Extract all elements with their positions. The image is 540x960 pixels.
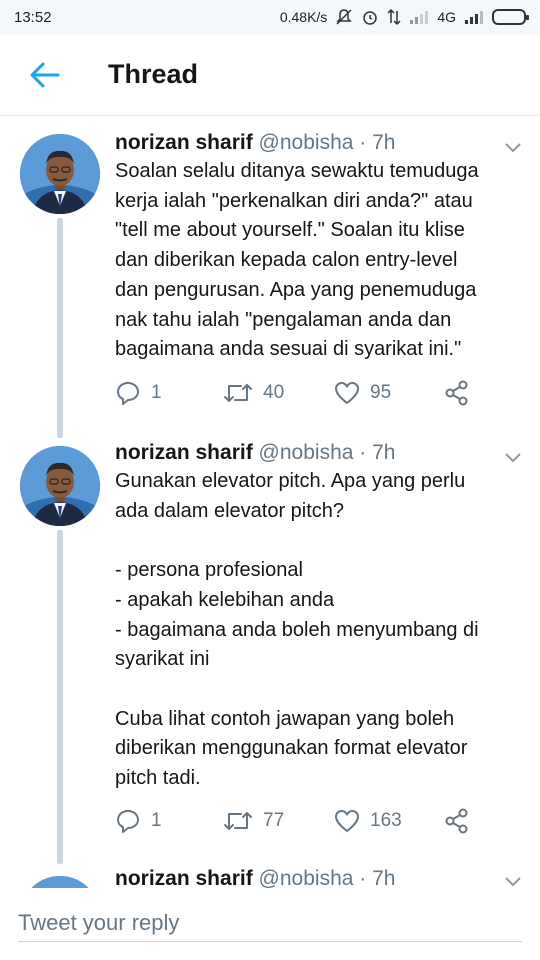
reply-button[interactable]: 1 <box>115 806 162 836</box>
heart-icon <box>335 810 359 832</box>
thread-line <box>57 218 63 438</box>
tweet-header: norizan sharif @nobisha · 7h <box>115 130 395 156</box>
tweet-text-line: diberikan menggunakan format elevator <box>115 737 468 760</box>
tweet-text: Gunakan elevator pitch. Apa yang perlu a… <box>115 467 525 794</box>
like-button[interactable]: 163 <box>334 806 402 836</box>
tweet[interactable]: norizan sharif @nobisha · 7h <box>0 864 540 888</box>
avatar[interactable] <box>20 876 100 888</box>
arrow-left-icon <box>30 62 60 87</box>
retweet-count: 77 <box>263 810 285 831</box>
tweet-text-line: Gunakan elevator pitch. Apa yang perlu <box>115 470 466 492</box>
tweet-actions: 1 77 163 <box>115 806 475 836</box>
thread-line <box>57 530 63 864</box>
profile-photo-icon <box>20 134 100 214</box>
author-name[interactable]: norizan sharif <box>115 867 253 888</box>
author-handle[interactable]: @nobisha <box>259 131 354 154</box>
chevron-down-icon[interactable] <box>504 872 522 888</box>
tweet-text-line: Cuba lihat contoh jawapan yang boleh <box>115 707 455 730</box>
status-indicators: 0.48K/s 4G <box>279 8 529 26</box>
retweet-button[interactable]: 77 <box>223 806 284 836</box>
tweet-text-line: pitch tadi. <box>115 767 201 789</box>
reply-button[interactable]: 1 <box>115 378 162 408</box>
like-count: 163 <box>370 810 402 831</box>
tweet-text-line: - bagaimana anda boleh menyumbang di <box>115 618 479 641</box>
tweet-text-line: nak tahu ialah "pengalaman anda dan <box>115 308 452 331</box>
author-name[interactable]: norizan sharif <box>115 131 253 154</box>
tweet[interactable]: norizan sharif @nobisha · 7h Gunakan ele… <box>0 428 540 864</box>
battery-icon <box>492 9 529 25</box>
share-icon <box>445 380 468 406</box>
speech-bubble-icon <box>117 382 139 405</box>
share-icon <box>445 808 468 834</box>
separator: · <box>359 131 367 154</box>
reply-bar <box>0 888 540 960</box>
app-header: Thread <box>0 34 540 116</box>
tweet-text: Soalan selalu ditanya sewaktu temuduga k… <box>115 157 525 365</box>
tweet-text-line: ada dalam elevator pitch? <box>115 499 345 522</box>
heart-icon <box>335 382 359 404</box>
reply-input[interactable] <box>18 904 522 942</box>
tweet-text-line: bagaimana anda sesuai di syarikat ini." <box>115 338 462 361</box>
status-bar: 13:52 0.48K/s 4G <box>0 0 540 34</box>
tweet-time: 7h <box>372 131 396 154</box>
profile-photo-icon <box>20 446 100 526</box>
alarm-icon <box>363 11 378 25</box>
chevron-down-icon[interactable] <box>504 448 522 466</box>
tweet-header: norizan sharif @nobisha · 7h <box>115 866 395 888</box>
separator: · <box>359 441 367 464</box>
status-time: 13:52 <box>14 8 52 26</box>
signal-icon <box>465 11 483 24</box>
tweet-text-line: "tell me about yourself." Soalan itu kli… <box>115 219 465 242</box>
tweet-actions: 1 40 95 <box>115 378 475 408</box>
avatar[interactable] <box>20 134 100 214</box>
data-transfer-icon <box>387 8 401 26</box>
like-count: 95 <box>370 382 392 403</box>
network-type: 4G <box>437 9 456 25</box>
tweet[interactable]: norizan sharif @nobisha · 7h Soalan sela… <box>0 116 540 438</box>
tweet-time: 7h <box>372 867 396 888</box>
signal-weak-icon <box>410 11 429 24</box>
tweet-text-line: dan diberikan kepada calon entry-level <box>115 249 458 272</box>
like-button[interactable]: 95 <box>334 378 391 408</box>
retweet-button[interactable]: 40 <box>223 378 284 408</box>
separator: · <box>359 867 367 888</box>
retweet-count: 40 <box>263 382 285 403</box>
avatar[interactable] <box>20 446 100 526</box>
reply-count: 1 <box>151 382 162 403</box>
author-handle[interactable]: @nobisha <box>259 441 354 464</box>
profile-photo-icon <box>20 876 100 888</box>
tweet-text-line: Soalan selalu ditanya sewaktu temuduga <box>115 160 479 182</box>
reply-count: 1 <box>151 810 162 831</box>
tweet-text-line: - persona profesional <box>115 559 303 582</box>
chevron-down-icon[interactable] <box>504 138 522 156</box>
back-button[interactable] <box>0 34 90 116</box>
author-handle[interactable]: @nobisha <box>259 867 354 888</box>
tweet-text-line: syarikat ini <box>115 648 210 671</box>
tweet-time: 7h <box>372 441 396 464</box>
tweet-text-line: dan pengurusan. Apa yang penemuduga <box>115 278 477 301</box>
share-button[interactable] <box>444 378 470 408</box>
tweet-text-line: - apakah kelebihan anda <box>115 588 335 611</box>
page-title: Thread <box>108 59 199 89</box>
retweet-icon <box>224 384 252 402</box>
share-button[interactable] <box>444 806 470 836</box>
retweet-icon <box>224 812 252 830</box>
mute-icon <box>336 9 353 25</box>
author-name[interactable]: norizan sharif <box>115 441 253 464</box>
tweet-header: norizan sharif @nobisha · 7h <box>115 440 395 466</box>
tweet-text-line: kerja ialah "perkenalkan diri anda?" ata… <box>115 189 473 212</box>
network-speed: 0.48K/s <box>279 9 328 25</box>
speech-bubble-icon <box>117 810 139 833</box>
